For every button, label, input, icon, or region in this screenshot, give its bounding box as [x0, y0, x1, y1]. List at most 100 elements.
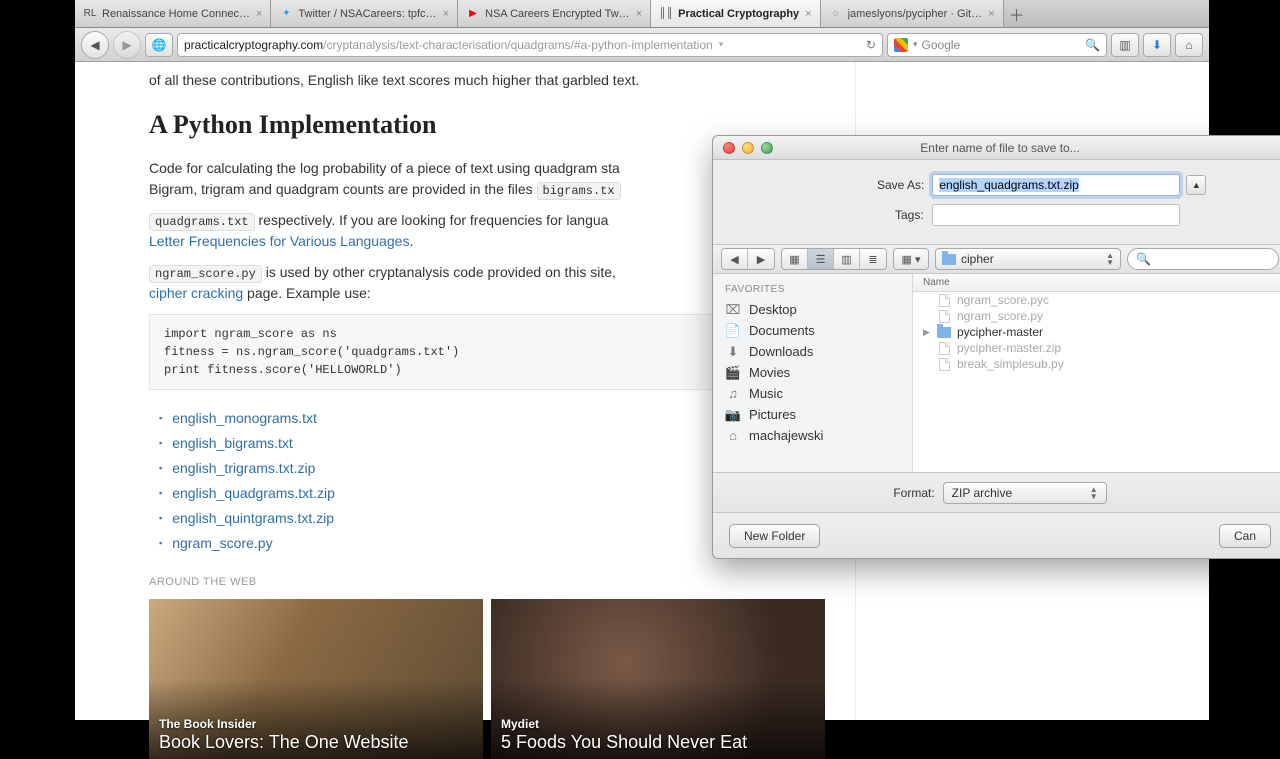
save-dialog: Enter name of file to save to... Save As… — [712, 135, 1280, 559]
icon-view-button[interactable]: ▦ — [782, 249, 808, 269]
link-letter-freq[interactable]: Letter Frequencies for Various Languages — [149, 233, 409, 249]
view-mode-segment: ▦ ☰ ▥ ≣ — [781, 248, 887, 270]
close-icon[interactable]: × — [256, 8, 262, 20]
name-column-header[interactable]: Name — [913, 274, 1280, 292]
expand-toggle[interactable]: ▲ — [1186, 175, 1206, 195]
format-label: Format: — [893, 486, 934, 500]
dl-bigrams[interactable]: english_bigrams.txt — [172, 435, 293, 451]
new-folder-button[interactable]: New Folder — [729, 524, 820, 548]
finder-search[interactable]: 🔍 — [1127, 248, 1279, 270]
list-view-button[interactable]: ☰ — [808, 249, 834, 269]
search-bar[interactable]: ▾ Google 🔍 — [887, 33, 1107, 57]
file-list: Name ngram_score.pyc ngram_score.py ▶pyc… — [913, 274, 1280, 472]
dropdown-icon[interactable]: ▾ — [913, 39, 918, 50]
file-row[interactable]: ngram_score.py — [913, 308, 1280, 324]
search-icon[interactable]: 🔍 — [1085, 38, 1100, 52]
stepper-icon: ▲▼ — [1106, 252, 1114, 266]
music-icon: ♫ — [725, 387, 741, 401]
tab-twitter[interactable]: ✦Twitter / NSACareers: tpfc…× — [271, 0, 458, 27]
minimize-window-icon[interactable] — [742, 142, 754, 154]
home-button[interactable]: ⌂ — [1175, 33, 1203, 57]
column-view-button[interactable]: ▥ — [834, 249, 860, 269]
tab-practical-crypto[interactable]: ║║Practical Cryptography× — [651, 0, 820, 27]
sidebar-item-music[interactable]: ♫Music — [713, 383, 912, 404]
downloads-icon: ⬇ — [725, 345, 741, 359]
cancel-button[interactable]: Can — [1219, 524, 1271, 548]
favicon-youtube: ▶ — [466, 7, 480, 21]
folder-icon — [937, 327, 951, 338]
sidebar-item-pictures[interactable]: 📷Pictures — [713, 404, 912, 425]
finder-back-button[interactable]: ◀ — [722, 249, 748, 269]
documents-icon: 📄 — [725, 324, 741, 338]
saveas-label: Save As: — [877, 178, 924, 192]
dropdown-icon[interactable]: ▾ — [719, 39, 724, 50]
new-tab-button[interactable]: ＋ — [1004, 0, 1030, 27]
dialog-title: Enter name of file to save to... — [713, 141, 1280, 155]
dl-quadgrams[interactable]: english_quadgrams.txt.zip — [172, 485, 335, 501]
tab-renaissance[interactable]: RLRenaissance Home Connec…× — [75, 0, 271, 27]
favicon-twitter: ✦ — [279, 7, 293, 21]
close-icon[interactable]: × — [988, 8, 994, 20]
dl-monograms[interactable]: english_monograms.txt — [172, 410, 317, 426]
file-row[interactable]: ngram_score.pyc — [913, 292, 1280, 308]
nav-back-forward: ◀ ▶ — [721, 248, 775, 270]
search-placeholder: Google — [922, 38, 961, 52]
tags-label: Tags: — [895, 208, 924, 222]
sidebar-item-home[interactable]: ⌂machajewski — [713, 425, 912, 446]
favicon-pc: ║║ — [659, 7, 673, 21]
document-icon — [939, 294, 950, 307]
file-row[interactable]: pycipher-master.zip — [913, 340, 1280, 356]
finder-forward-button[interactable]: ▶ — [748, 249, 774, 269]
arrange-button[interactable]: ▦ ▾ — [894, 249, 928, 269]
google-icon — [894, 38, 908, 52]
coverflow-view-button[interactable]: ≣ — [860, 249, 886, 269]
globe-icon[interactable]: 🌐 — [145, 33, 173, 57]
sidebar-item-movies[interactable]: 🎬Movies — [713, 362, 912, 383]
forward-button[interactable]: ▶ — [113, 31, 141, 59]
arrange-segment: ▦ ▾ — [893, 248, 929, 270]
stepper-icon: ▲▼ — [1090, 486, 1098, 500]
file-row[interactable]: break_simplesub.py — [913, 356, 1280, 372]
dl-quintgrams[interactable]: english_quintgrams.txt.zip — [172, 510, 334, 526]
saveas-input[interactable] — [932, 174, 1180, 196]
favorites-header: FAVORITES — [713, 280, 912, 299]
sidebar-item-desktop[interactable]: ⌧Desktop — [713, 299, 912, 320]
disclosure-icon[interactable]: ▶ — [923, 327, 933, 338]
tab-bar: RLRenaissance Home Connec…× ✦Twitter / N… — [75, 0, 1209, 28]
code-quadgrams: quadgrams.txt — [149, 213, 255, 231]
close-icon[interactable]: × — [805, 8, 811, 20]
zoom-window-icon[interactable] — [761, 142, 773, 154]
link-cipher-cracking[interactable]: cipher cracking — [149, 285, 243, 301]
close-icon[interactable]: × — [443, 8, 449, 20]
dl-ngram-score[interactable]: ngram_score.py — [172, 535, 272, 551]
home-icon: ⌂ — [725, 429, 741, 443]
document-icon — [939, 358, 950, 371]
tab-youtube[interactable]: ▶NSA Careers Encrypted Tw…× — [458, 0, 651, 27]
search-icon: 🔍 — [1136, 252, 1151, 266]
reload-icon[interactable]: ↻ — [866, 38, 876, 52]
sidebar-item-downloads[interactable]: ⬇Downloads — [713, 341, 912, 362]
url-bar[interactable]: practicalcryptography.com/cryptanalysis/… — [177, 33, 883, 57]
promo-card-1[interactable]: The Book InsiderBook Lovers: The One Web… — [149, 599, 483, 759]
close-icon[interactable]: × — [636, 8, 642, 20]
dialog-titlebar[interactable]: Enter name of file to save to... — [713, 136, 1280, 160]
downloads-button[interactable]: ⬇ — [1143, 33, 1171, 57]
library-button[interactable]: ▥ — [1111, 33, 1139, 57]
favorites-sidebar: FAVORITES ⌧Desktop 📄Documents ⬇Downloads… — [713, 274, 913, 472]
tab-github[interactable]: ◌jameslyons/pycipher · Git…× — [821, 0, 1004, 27]
sidebar-item-documents[interactable]: 📄Documents — [713, 320, 912, 341]
nav-toolbar: ◀ ▶ 🌐 practicalcryptography.com/cryptana… — [75, 28, 1209, 62]
desktop-icon: ⌧ — [725, 303, 741, 317]
promo-card-2[interactable]: Mydiet5 Foods You Should Never Eat — [491, 599, 825, 759]
close-window-icon[interactable] — [723, 142, 735, 154]
dialog-toolbar: ◀ ▶ ▦ ☰ ▥ ≣ ▦ ▾ cipher ▲▼ 🔍 — [713, 244, 1280, 274]
code-bigrams: bigrams.tx — [537, 182, 621, 200]
format-dropdown[interactable]: ZIP archive ▲▼ — [943, 482, 1107, 504]
document-icon — [939, 342, 950, 355]
movies-icon: 🎬 — [725, 366, 741, 380]
dl-trigrams[interactable]: english_trigrams.txt.zip — [172, 460, 315, 476]
back-button[interactable]: ◀ — [81, 31, 109, 59]
folder-dropdown[interactable]: cipher ▲▼ — [935, 248, 1121, 270]
tags-input[interactable] — [932, 204, 1180, 226]
file-row[interactable]: ▶pycipher-master — [913, 324, 1280, 340]
